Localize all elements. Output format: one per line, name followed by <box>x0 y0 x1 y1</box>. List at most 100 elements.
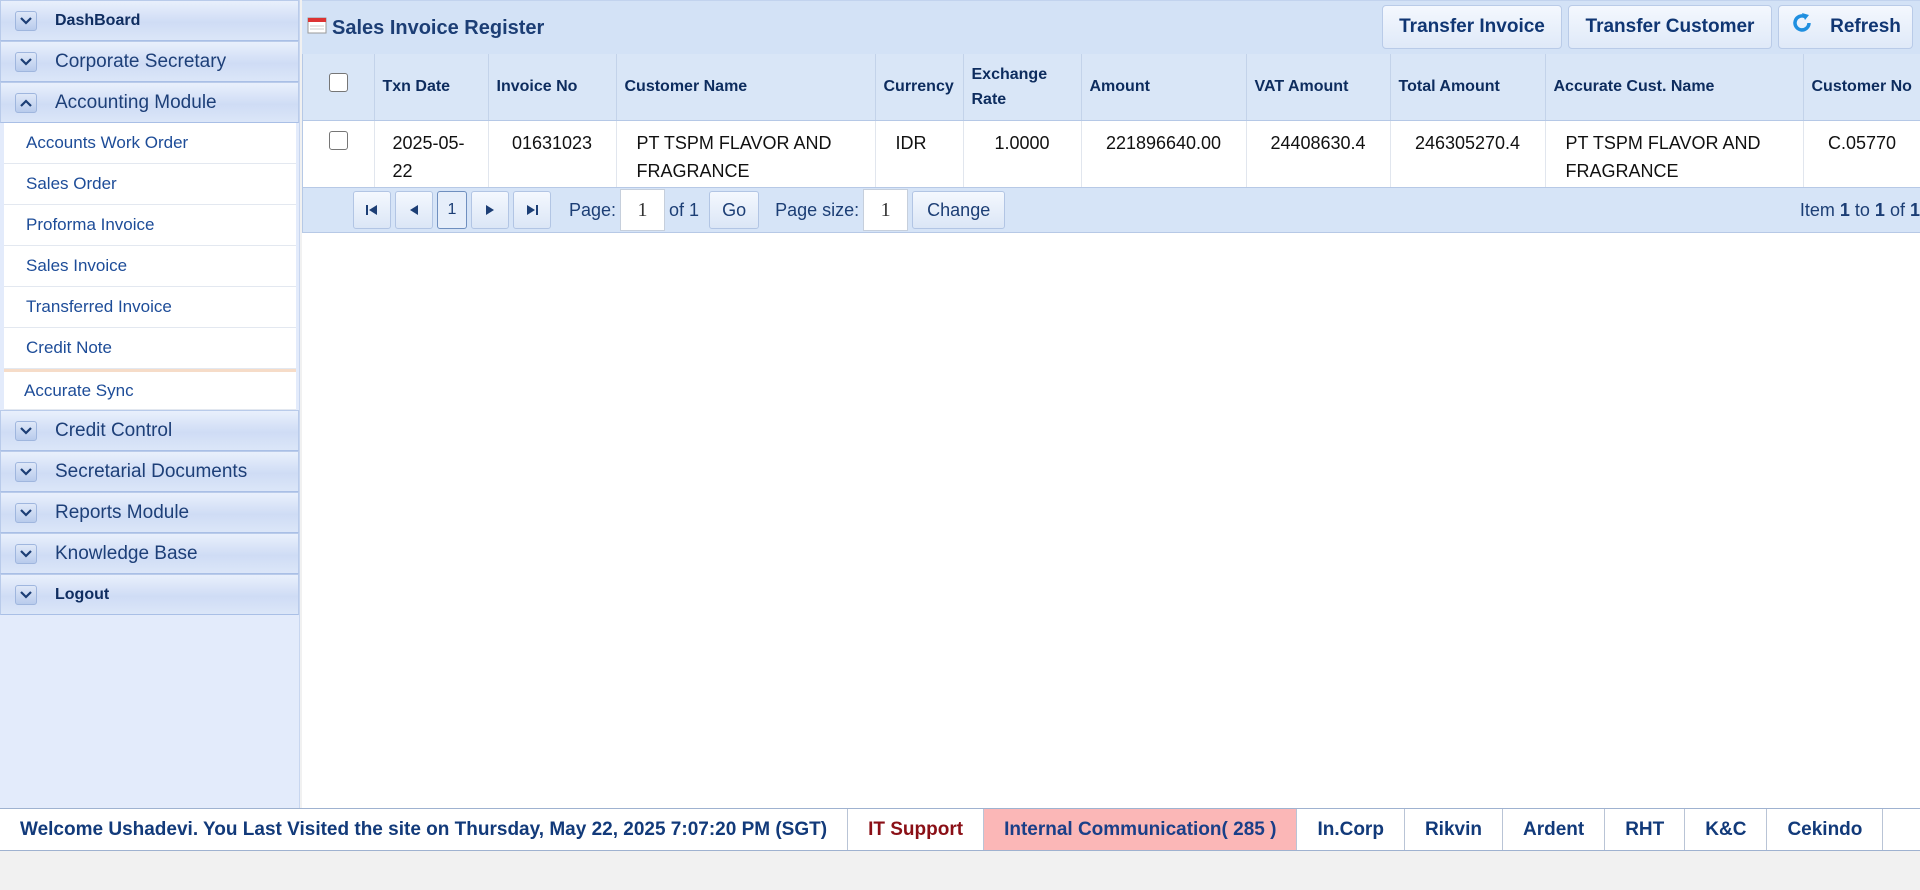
refresh-icon <box>1793 13 1811 32</box>
sidebar-item-sales-order[interactable]: Sales Order <box>4 164 296 205</box>
footer-link-rht[interactable]: RHT <box>1605 809 1686 850</box>
first-page-icon <box>366 205 377 215</box>
nav-label: Knowledge Base <box>55 542 198 564</box>
it-support-link[interactable]: IT Support <box>848 809 985 850</box>
sidebar-item-sales-invoice[interactable]: Sales Invoice <box>4 246 296 287</box>
footer-link-ardent[interactable]: Ardent <box>1503 809 1606 850</box>
nav-reports-module[interactable]: Reports Module <box>0 492 299 533</box>
nav-secretarial-documents[interactable]: Secretarial Documents <box>0 451 299 492</box>
cell-vat-amount: 24408630.4 <box>1246 120 1391 187</box>
footer-link-kc[interactable]: K&C <box>1685 809 1768 850</box>
item-of-label: of <box>1889 199 1905 220</box>
cell-invoice-no: 01631023 <box>488 120 617 187</box>
item-total: 1 <box>1909 199 1920 220</box>
nav-credit-control[interactable]: Credit Control <box>0 410 299 451</box>
page-size-input[interactable] <box>863 189 909 231</box>
nav-corporate-secretary[interactable]: Corporate Secretary <box>0 41 299 82</box>
column-header[interactable]: Customer Name <box>616 54 876 121</box>
cell-exchange-rate: 1.0000 <box>963 120 1082 187</box>
next-page-button[interactable] <box>471 191 509 229</box>
page-input[interactable] <box>620 189 666 231</box>
sidebar-item-credit-note[interactable]: Credit Note <box>4 328 296 369</box>
sidebar-item-transferred-invoice[interactable]: Transferred Invoice <box>4 287 296 328</box>
page-number-button[interactable]: 1 <box>437 191 467 229</box>
item-from: 1 <box>1839 199 1850 220</box>
toolbar: Sales Invoice Register Transfer Invoice … <box>302 0 1920 54</box>
refresh-button[interactable]: Refresh <box>1778 5 1913 49</box>
go-button[interactable]: Go <box>709 191 760 229</box>
nav-label: Secretarial Documents <box>55 460 248 482</box>
invoice-grid: Txn Date Invoice No Customer Name Curren… <box>302 54 1920 233</box>
column-header[interactable]: VAT Amount <box>1246 54 1391 121</box>
chevron-down-icon <box>15 461 37 482</box>
nav-label: Credit Control <box>55 419 173 441</box>
chevron-down-icon <box>15 584 37 605</box>
page-size-label: Page size: <box>775 199 860 220</box>
cell-txn-date: 2025-05-22 <box>374 120 489 187</box>
bottom-strip <box>0 851 1920 890</box>
cell-currency: IDR <box>875 120 964 187</box>
prev-page-icon <box>410 205 418 215</box>
column-header[interactable]: Customer No <box>1803 54 1920 121</box>
chevron-down-icon <box>15 420 37 441</box>
footer-link-rikvin[interactable]: Rikvin <box>1405 809 1503 850</box>
footer-link-incorp[interactable]: In.Corp <box>1297 809 1405 850</box>
pager: 1 Page: of 1 Go Page size: Change Item 1… <box>303 187 1920 233</box>
change-button[interactable]: Change <box>912 191 1006 229</box>
column-header[interactable]: Invoice No <box>488 54 617 121</box>
nav-label: Reports Module <box>55 501 190 523</box>
nav-dashboard[interactable]: DashBoard <box>0 0 299 41</box>
footer-link-cekindo[interactable]: Cekindo <box>1767 809 1884 850</box>
nav-label: DashBoard <box>55 11 141 29</box>
footer-bar: Welcome Ushadevi. You Last Visited the s… <box>0 808 1920 851</box>
welcome-message: Welcome Ushadevi. You Last Visited the s… <box>0 809 849 850</box>
column-header[interactable]: Txn Date <box>374 54 489 121</box>
sidebar: DashBoard Corporate Secretary Accounting… <box>0 0 300 808</box>
item-label: Item <box>1799 199 1835 220</box>
first-page-button[interactable] <box>353 191 391 229</box>
cell-customer-name: PT TSPM FLAVOR AND FRAGRANCE <box>616 120 876 187</box>
last-page-icon <box>527 205 538 215</box>
prev-page-button[interactable] <box>395 191 433 229</box>
column-header[interactable]: Total Amount <box>1390 54 1546 121</box>
main-panel: Sales Invoice Register Transfer Invoice … <box>302 0 1920 808</box>
cell-amount: 221896640.00 <box>1081 120 1247 187</box>
nav-knowledge-base[interactable]: Knowledge Base <box>0 533 299 574</box>
select-all-header <box>303 54 375 121</box>
page-of-label: of 1 <box>669 199 700 220</box>
chevron-down-icon <box>15 51 37 72</box>
sidebar-item-proforma-invoice[interactable]: Proforma Invoice <box>4 205 296 246</box>
chevron-down-icon <box>15 502 37 523</box>
nav-label: Corporate Secretary <box>55 50 227 72</box>
transfer-customer-button[interactable]: Transfer Customer <box>1568 5 1772 49</box>
cell-accurate-cust-name: PT TSPM FLAVOR AND FRAGRANCE <box>1545 120 1804 187</box>
sidebar-item-accounts-work-order[interactable]: Accounts Work Order <box>4 123 296 164</box>
internal-communication-link[interactable]: Internal Communication( 285 ) <box>984 809 1298 850</box>
column-header[interactable]: Exchange Rate <box>963 54 1082 121</box>
nav-accounting-module[interactable]: Accounting Module <box>0 82 299 123</box>
nav-label: Logout <box>55 585 110 603</box>
nav-logout[interactable]: Logout <box>0 574 299 615</box>
select-all-checkbox[interactable] <box>328 73 348 93</box>
chevron-down-icon <box>15 543 37 564</box>
item-to: 1 <box>1874 199 1885 220</box>
last-page-button[interactable] <box>513 191 551 229</box>
cell-customer-no: C.05770 <box>1803 120 1920 187</box>
refresh-label: Refresh <box>1830 16 1901 37</box>
row-checkbox[interactable] <box>328 130 348 150</box>
table-row[interactable]: 2025-05-22 01631023 PT TSPM FLAVOR AND F… <box>303 120 1920 187</box>
column-header[interactable]: Accurate Cust. Name <box>1545 54 1804 121</box>
page-title: Sales Invoice Register <box>332 17 545 39</box>
table-header-row: Txn Date Invoice No Customer Name Curren… <box>303 54 1920 121</box>
sidebar-item-accurate-sync[interactable]: Accurate Sync <box>4 369 296 410</box>
page-label: Page: <box>569 199 617 220</box>
column-header[interactable]: Currency <box>875 54 964 121</box>
nav-label: Accounting Module <box>55 91 217 113</box>
transfer-invoice-button[interactable]: Transfer Invoice <box>1382 5 1562 49</box>
item-to-label: to <box>1854 199 1870 220</box>
row-select-cell <box>303 120 375 187</box>
cell-total-amount: 246305270.4 <box>1390 120 1546 187</box>
column-header[interactable]: Amount <box>1081 54 1247 121</box>
item-count: Item 1 to 1 of 1 <box>1800 188 1920 232</box>
chevron-down-icon <box>15 10 37 31</box>
